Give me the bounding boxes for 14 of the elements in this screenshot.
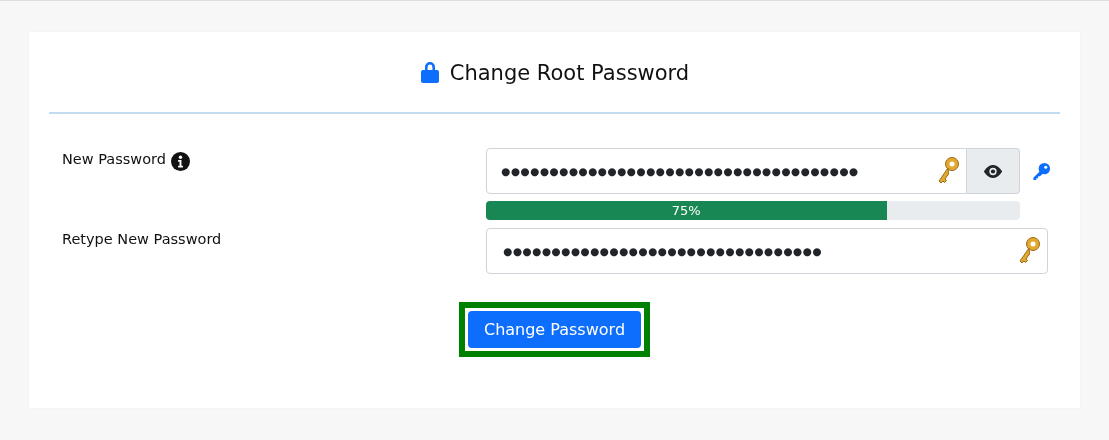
- eye-icon: [982, 163, 1004, 179]
- password-field[interactable]: ●●●●●●●●●●●●●●●●●●●●●●●●●●●●●●●●●●●●●: [486, 148, 967, 194]
- change-password-button[interactable]: Change Password: [467, 311, 642, 348]
- field-label: Retype New Password: [62, 231, 222, 247]
- password-field[interactable]: ●●●●●●●●●●●●●●●●●●●●●●●●●●●●●●●●●: [486, 228, 1048, 274]
- show-password-button[interactable]: [967, 148, 1020, 194]
- key-icon: [936, 156, 960, 186]
- lock-icon: [419, 60, 440, 84]
- info-icon[interactable]: [170, 152, 190, 171]
- page-title: Change Root Password: [449, 61, 690, 85]
- key-icon: [1017, 236, 1041, 266]
- strength-bar: 75%: [486, 201, 887, 220]
- key-icon[interactable]: [1032, 161, 1051, 181]
- field-label: New Password: [62, 151, 166, 167]
